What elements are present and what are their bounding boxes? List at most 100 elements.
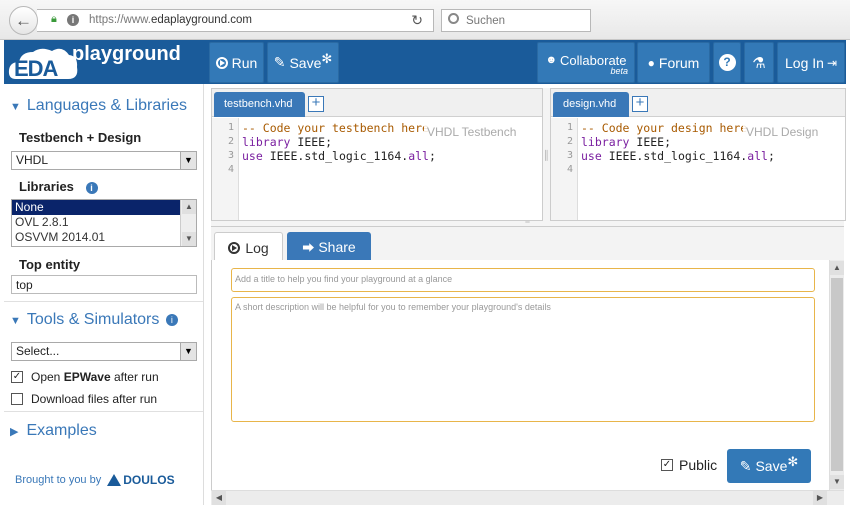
caret-right-icon: ▶ — [10, 426, 19, 438]
flask-icon: ⚗ — [752, 54, 766, 72]
navbar: EDA playground Run ✎ Save ✻ ☻ Collaborate … — [4, 40, 846, 84]
flask-button[interactable]: ⚗ — [744, 42, 774, 83]
info-icon[interactable]: i — [67, 14, 79, 26]
tab-design[interactable]: design.vhd — [553, 92, 629, 117]
top-entity-label: Top entity — [19, 257, 81, 272]
back-button[interactable]: ← — [9, 6, 38, 35]
doulos-logo-icon — [107, 474, 122, 486]
examples-section-toggle[interactable]: ▶ Examples — [10, 422, 97, 440]
help-button[interactable]: ? — [713, 42, 741, 83]
logo[interactable]: EDA playground — [8, 43, 204, 81]
pencil-icon: ✎ — [739, 457, 752, 474]
testbench-editor: testbench.vhd + 1234 -- Code your testbe… — [211, 88, 543, 221]
listbox-scrollbar[interactable]: ▲ ▼ — [180, 200, 196, 246]
play-circle-icon — [215, 56, 228, 69]
code-area[interactable]: -- Code your testbench here library IEEE;… — [242, 121, 436, 163]
run-label: Run — [231, 54, 258, 71]
info-circle-icon[interactable]: i — [165, 314, 178, 326]
save-label: Save — [289, 54, 322, 71]
open-epwave-checkbox[interactable]: ✓ Open EPWave after run — [11, 370, 159, 384]
search-input[interactable]: Suchen — [441, 9, 591, 32]
login-button[interactable]: Log In ⇥ — [777, 42, 845, 83]
vertical-splitter[interactable]: ║ — [543, 88, 550, 221]
list-item[interactable]: None — [12, 200, 180, 215]
title-input[interactable]: Add a title to help you find your playgr… — [231, 268, 815, 292]
browser-toolbar: 🔒︎ i https://www.edaplayground.com ↻ ← S… — [0, 0, 850, 40]
design-editor: design.vhd + 1234 -- Code your design he… — [550, 88, 846, 221]
save-label: Save — [755, 458, 788, 474]
caret-down-icon: ▼ — [10, 101, 21, 113]
brought-by-label: Brought to you by — [15, 474, 102, 486]
url-bar[interactable]: 🔒︎ i https://www.edaplayground.com ↻ — [37, 9, 434, 32]
output-tabs: Log ⮕ Share — [211, 226, 844, 262]
share-panel: Add a title to help you find your playgr… — [211, 260, 829, 490]
users-icon: ☻ — [545, 54, 558, 66]
tab-share[interactable]: ⮕ Share — [287, 232, 371, 262]
browser-window: { "browser": { "url_host": "https://www.… — [0, 0, 850, 511]
reload-icon[interactable]: ↻ — [411, 12, 423, 29]
description-textarea[interactable]: A short description will be helpful for … — [231, 297, 815, 422]
doulos-label: DOULOS — [123, 473, 175, 487]
url-text: https://www.edaplayground.com — [89, 14, 253, 26]
chevron-down-icon: ▼ — [180, 343, 196, 360]
divider — [4, 411, 203, 412]
open-epwave-label: Open EPWave after run — [31, 370, 159, 384]
collaborate-button[interactable]: ☻ Collaborate beta — [537, 42, 635, 83]
public-checkbox[interactable]: ✓ Public — [661, 457, 717, 473]
save-nav-button[interactable]: ✎ Save ✻ — [267, 42, 339, 83]
pencil-icon: ✎ — [273, 54, 286, 70]
libraries-listbox[interactable]: None OVL 2.8.1 OSVVM 2014.01 ▲ ▼ — [11, 199, 197, 247]
language-select[interactable]: VHDL ▼ — [11, 151, 197, 170]
share-icon: ⮕ — [302, 240, 315, 255]
add-file-icon[interactable]: + — [632, 95, 648, 112]
beta-label: beta — [610, 65, 628, 76]
testbench-design-label: Testbench + Design — [19, 130, 142, 145]
forum-button[interactable]: ● Forum — [637, 42, 710, 83]
top-entity-input[interactable]: top — [11, 275, 197, 294]
comment-icon: ● — [647, 55, 655, 70]
simulator-select[interactable]: Select... ▼ — [11, 342, 197, 361]
list-item[interactable]: OSVVM 2014.01 — [12, 230, 196, 245]
sidebar: ▼ Languages & Libraries Testbench + Desig… — [4, 84, 204, 505]
add-file-icon[interactable]: + — [308, 95, 324, 112]
log-label: Log — [245, 239, 269, 256]
editor-placeholder: VHDL Design — [743, 123, 822, 141]
line-numbers: 1234 — [551, 118, 578, 220]
save-share-button[interactable]: ✎ Save ✻ — [727, 449, 811, 483]
editor-tabs: testbench.vhd + — [212, 89, 542, 117]
languages-section-toggle[interactable]: ▼ Languages & Libraries — [10, 97, 187, 115]
list-item[interactable]: OVL 2.8.1 — [12, 215, 196, 230]
language-value: VHDL — [16, 153, 49, 167]
caret-down-icon: ▼ — [10, 315, 21, 327]
checkmark-icon: ✓ — [11, 371, 23, 383]
simulator-value: Select... — [16, 344, 60, 358]
checkbox-empty — [11, 393, 23, 405]
chevron-down-icon: ▼ — [180, 152, 196, 169]
arrow-left-icon: ← — [15, 10, 32, 30]
tab-log[interactable]: Log — [214, 232, 283, 262]
horizontal-scrollbar[interactable]: ◀ ▶ — [211, 490, 844, 505]
login-label: Log In — [785, 54, 824, 71]
public-label: Public — [679, 457, 718, 473]
info-circle-icon[interactable]: i — [85, 182, 98, 194]
logo-eda: EDA — [14, 56, 58, 81]
libraries-label: Libraries i — [19, 179, 98, 194]
lock-icon: 🔒︎ — [51, 13, 57, 25]
vertical-scrollbar[interactable]: ▲ ▼ — [829, 260, 844, 490]
brought-by[interactable]: Brought to you by DOULOS — [15, 473, 175, 487]
question-icon: ? — [718, 54, 736, 71]
download-files-checkbox[interactable]: Download files after run — [11, 392, 157, 406]
logo-playground: playground — [72, 43, 181, 65]
languages-title: Languages & Libraries — [26, 97, 187, 114]
line-numbers: 1234 — [212, 118, 239, 220]
examples-title: Examples — [26, 422, 97, 439]
editor-placeholder: VHDL Testbench — [424, 123, 520, 141]
tools-section-toggle[interactable]: ▼ Tools & Simulators i — [10, 311, 178, 329]
run-button[interactable]: Run — [209, 42, 264, 83]
forum-label: Forum — [658, 54, 700, 71]
tab-testbench[interactable]: testbench.vhd — [214, 92, 305, 117]
share-label: Share — [318, 239, 356, 255]
divider — [4, 301, 203, 302]
search-icon — [448, 13, 459, 24]
editor-tabs: design.vhd + — [551, 89, 845, 117]
